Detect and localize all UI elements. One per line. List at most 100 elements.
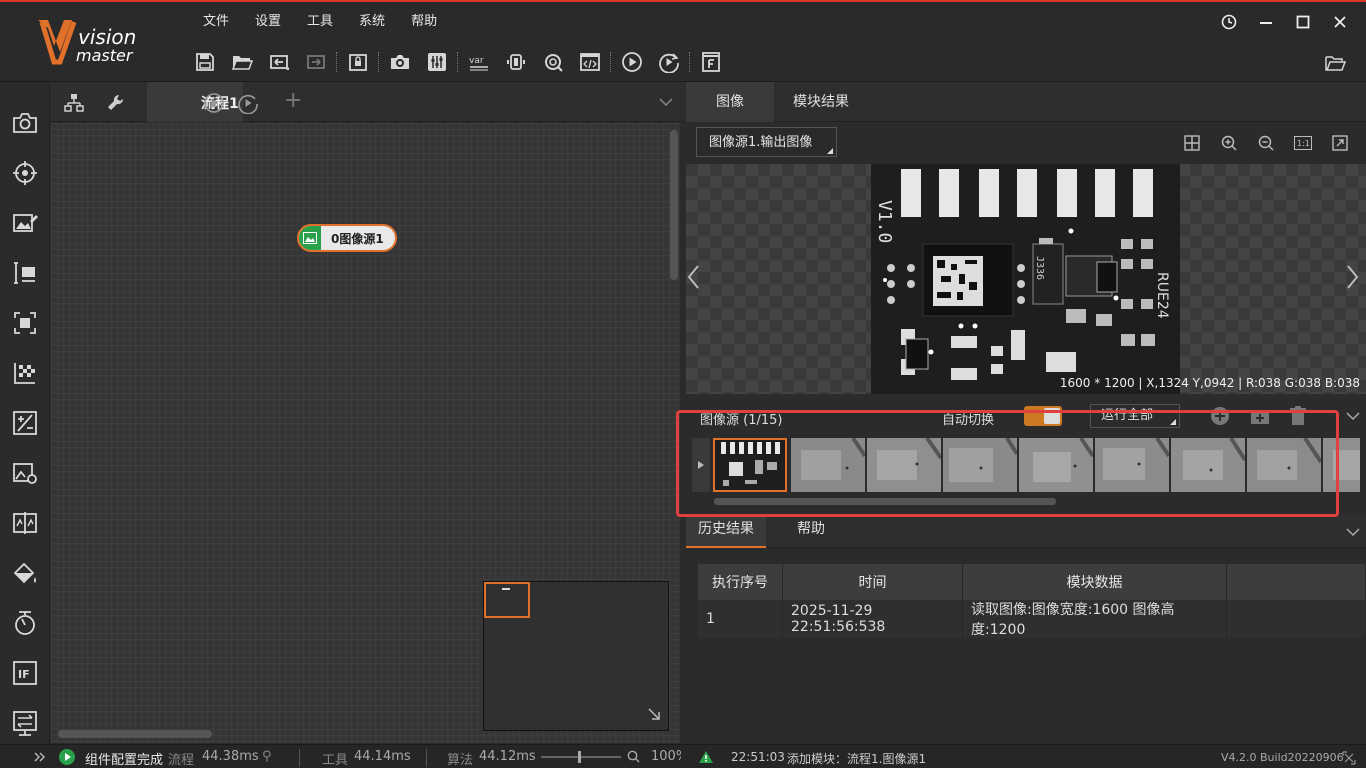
formula-icon[interactable] [692,46,729,78]
device-icon[interactable] [497,46,534,78]
chevron-down-icon[interactable] [659,96,673,111]
gauge-icon[interactable] [0,598,50,648]
table-row[interactable]: 1 2025-11-29 22:51:56:538 读取图像:图像宽度:1600… [698,600,1365,638]
canvas-vertical-scrollbar[interactable] [670,130,678,280]
menu-system[interactable]: 系统 [346,11,398,33]
image-settings-icon[interactable] [0,448,50,498]
algo-time: 44.12ms [479,749,536,764]
flow-time: 44.38ms [202,749,259,764]
zoom-search-icon[interactable] [627,750,640,767]
canvas-horizontal-scrollbar[interactable] [58,730,212,738]
flow-node-label: 0图像源1 [331,231,384,246]
menu-help[interactable]: 帮助 [398,11,450,33]
main-menu: 文件 设置 工具 系统 帮助 [190,11,450,33]
menu-file[interactable]: 文件 [190,11,242,33]
tab-help[interactable]: 帮助 [774,514,848,548]
run-status-icon [58,748,76,768]
canvas-minimap[interactable] [483,581,669,731]
table-cell: 读取图像:图像宽度:1600 图像高度:1200 [963,600,1227,638]
folder-open-icon[interactable] [1324,52,1347,74]
column-header[interactable]: 模块数据 [963,564,1227,600]
history-tab-bar: 历史结果 帮助 [686,514,1366,548]
variable-icon[interactable]: var [460,46,497,78]
expand-icon[interactable] [34,751,46,766]
redo-icon[interactable] [297,46,334,78]
svg-text:J336: J336 [1034,256,1045,280]
toolbar-separator [610,52,611,72]
color-fill-icon[interactable] [0,548,50,598]
tab-history-results[interactable]: 历史结果 [686,514,766,548]
toolbar-separator [336,52,337,72]
code-icon[interactable] [571,46,608,78]
close-icon[interactable] [1321,10,1358,34]
column-header[interactable]: 执行序号 [698,564,783,600]
svg-text:IF: IF [18,668,30,681]
zoom-slider[interactable] [541,756,621,758]
lock-icon[interactable] [339,46,376,78]
zoom-in-icon[interactable] [1210,132,1247,154]
table-cell: 1 [698,600,783,638]
image-edit-icon[interactable] [0,198,50,248]
toolbar-separator [457,52,458,72]
clock-icon[interactable] [1210,10,1247,34]
tool-sidebar: IF [0,82,50,744]
actual-size-icon[interactable]: 1:1 [1284,132,1321,154]
flow-tree-icon[interactable] [63,92,85,114]
image-tab-bar: 图像 模块结果 [686,82,1366,122]
menu-settings[interactable]: 设置 [242,11,294,33]
save-icon[interactable] [186,46,223,78]
maximize-icon[interactable] [1284,10,1321,34]
status-message: 组件配置完成 [85,753,164,768]
prev-image-icon[interactable] [686,264,702,297]
table-cell-empty [1227,600,1365,638]
acquisition-camera-icon[interactable] [0,98,50,148]
flow-node-image-source[interactable]: 0图像源1 [297,224,397,252]
undo-icon[interactable] [260,46,297,78]
fit-grid-icon[interactable] [1173,132,1210,154]
zoom-slider-handle[interactable] [578,751,581,763]
fullscreen-icon[interactable] [1321,132,1358,154]
tab-module-result[interactable]: 模块结果 [778,82,864,122]
add-flow-button[interactable]: + [284,88,302,113]
open-folder-icon[interactable] [223,46,260,78]
rotate-icon[interactable] [534,46,571,78]
pcb-image: V1.0 RUE24 J336 [871,164,1180,394]
calibration-grid-icon[interactable] [0,348,50,398]
flow-run-loop-icon[interactable] [237,92,259,115]
warning-icon [698,750,714,768]
minimize-icon[interactable] [1247,10,1284,34]
time-settings-icon[interactable]: ⚲ [262,749,272,764]
communication-icon[interactable] [0,698,50,748]
image-viewer[interactable]: V1.0 RUE24 J336 1600 * 1200 | X,1324 Y,0… [686,164,1366,394]
collapse-chevron-icon[interactable] [1346,410,1360,425]
image-icon [299,226,321,250]
measure-icon[interactable] [0,248,50,298]
position-correct-icon[interactable] [0,298,50,348]
next-image-icon[interactable] [1344,264,1360,297]
compare-icon[interactable] [0,498,50,548]
run-once-icon[interactable] [613,46,650,78]
run-loop-icon[interactable] [650,46,687,78]
camera-icon[interactable] [381,46,418,78]
zoom-out-icon[interactable] [1247,132,1284,154]
locate-target-icon[interactable] [0,148,50,198]
column-header[interactable]: 时间 [783,564,963,600]
resize-icon[interactable] [648,708,660,724]
if-logic-icon[interactable]: IF [0,648,50,698]
divider [426,749,427,767]
wrench-icon[interactable] [105,92,127,114]
expand-icon[interactable] [1342,751,1356,768]
table-cell: 2025-11-29 22:51:56:538 [783,600,963,638]
svg-text:1:1: 1:1 [1297,139,1310,148]
menu-tools[interactable]: 工具 [294,11,346,33]
image-source-select[interactable]: 图像源1.输出图像 [696,127,837,157]
flow-run-once-icon[interactable] [203,92,225,114]
version-label: V4.2.0 Build20220906 [1221,751,1344,764]
collapse-chevron-icon[interactable] [1346,526,1360,541]
calculate-icon[interactable] [0,398,50,448]
svg-text:var: var [469,56,484,66]
svg-text:RUE24: RUE24 [1154,272,1170,319]
controls-icon[interactable] [418,46,455,78]
tab-image[interactable]: 图像 [686,82,774,122]
divider [299,749,300,767]
